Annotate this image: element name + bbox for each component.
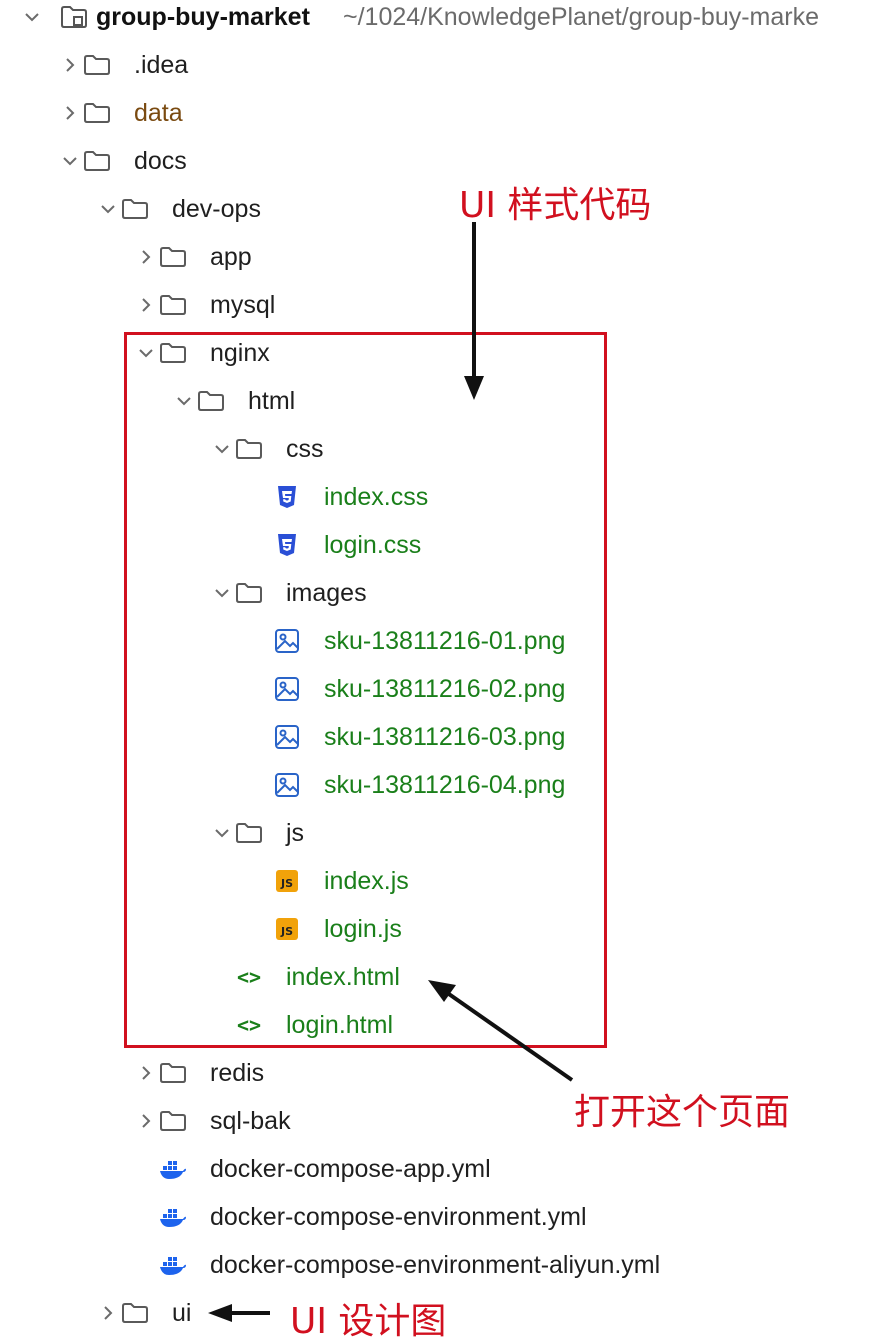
annotation-open-this-page: 打开这个页面 xyxy=(574,1092,791,1133)
arrow-down-icon xyxy=(464,222,484,400)
annotation-ui-style-code: UI 样式代码 xyxy=(459,185,652,226)
annotation-ui-design: UI 设计图 xyxy=(290,1301,447,1342)
annotation-arrows xyxy=(208,222,574,1322)
arrow-to-index-html-icon xyxy=(428,980,574,1082)
arrow-to-ui-icon xyxy=(208,1304,270,1322)
